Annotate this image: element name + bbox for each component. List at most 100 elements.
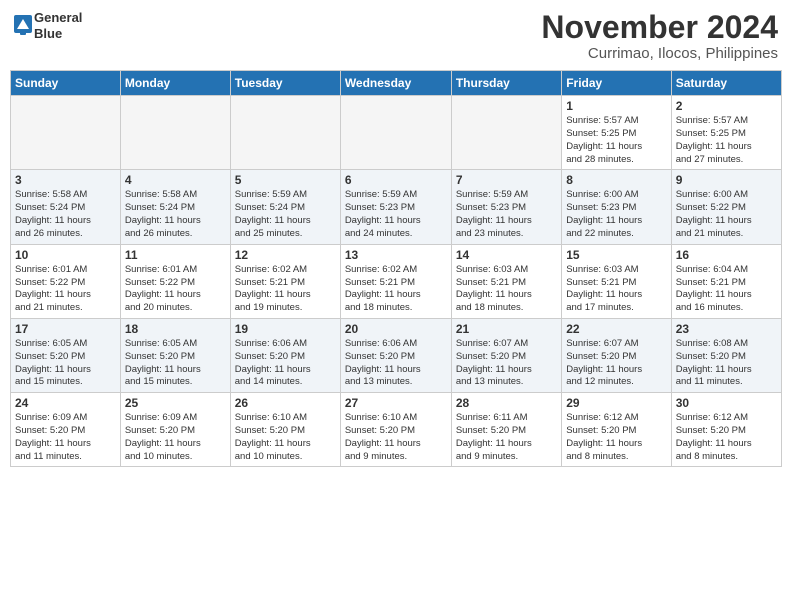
calendar-cell: [11, 96, 121, 170]
calendar-week-row: 3 Sunrise: 5:58 AM Sunset: 5:24 PM Daylig…: [11, 170, 782, 244]
weekday-header: Saturday: [671, 71, 781, 96]
day-info: Sunrise: 6:04 AM Sunset: 5:21 PM Dayligh…: [676, 264, 777, 315]
weekday-header: Monday: [120, 71, 230, 96]
calendar-cell: 24Sunrise: 6:09 AM Sunset: 5:20 PM Dayli…: [11, 393, 121, 467]
day-number: 17: [15, 322, 116, 336]
logo-line2: Blue: [34, 26, 82, 42]
calendar-header-row: SundayMondayTuesdayWednesdayThursdayFrid…: [11, 71, 782, 96]
day-info: Sunrise: 6:00 AM Sunset: 5:22 PM Dayligh…: [676, 189, 777, 240]
day-info: Sunrise: 6:12 AM Sunset: 5:20 PM Dayligh…: [566, 412, 666, 463]
calendar-cell: 19 Sunrise: 6:06 AM Sunset: 5:20 PM Dayli…: [230, 318, 340, 392]
weekday-header: Wednesday: [340, 71, 451, 96]
calendar-cell: 27 Sunrise: 6:10 AM Sunset: 5:20 PM Dayli…: [340, 393, 451, 467]
day-number: 24: [15, 396, 116, 410]
day-info: Sunrise: 5:57 AM Sunset: 5:25 PM Dayligh…: [566, 115, 666, 166]
day-number: 14: [456, 248, 557, 262]
calendar-cell: 22Sunrise: 6:07 AM Sunset: 5:20 PM Dayli…: [562, 318, 671, 392]
day-number: 15: [566, 248, 666, 262]
day-number: 23: [676, 322, 777, 336]
page-header: General Blue November 2024 Currimao, Ilo…: [10, 10, 782, 62]
weekday-header: Sunday: [11, 71, 121, 96]
day-info: Sunrise: 5:59 AM Sunset: 5:23 PM Dayligh…: [345, 189, 447, 240]
calendar-cell: 13 Sunrise: 6:02 AM Sunset: 5:21 PM Dayli…: [340, 244, 451, 318]
calendar-cell: [230, 96, 340, 170]
day-number: 28: [456, 396, 557, 410]
day-info: Sunrise: 6:03 AM Sunset: 5:21 PM Dayligh…: [566, 264, 666, 315]
calendar-cell: 12 Sunrise: 6:02 AM Sunset: 5:21 PM Dayli…: [230, 244, 340, 318]
calendar-cell: 28 Sunrise: 6:11 AM Sunset: 5:20 PM Dayli…: [451, 393, 561, 467]
calendar-cell: 1Sunrise: 5:57 AM Sunset: 5:25 PM Daylig…: [562, 96, 671, 170]
calendar-cell: [451, 96, 561, 170]
calendar-cell: 25 Sunrise: 6:09 AM Sunset: 5:20 PM Dayli…: [120, 393, 230, 467]
calendar-cell: 11 Sunrise: 6:01 AM Sunset: 5:22 PM Dayli…: [120, 244, 230, 318]
weekday-header: Tuesday: [230, 71, 340, 96]
day-number: 25: [125, 396, 226, 410]
day-number: 29: [566, 396, 666, 410]
day-info: Sunrise: 6:05 AM Sunset: 5:20 PM Dayligh…: [15, 338, 116, 389]
day-info: Sunrise: 6:05 AM Sunset: 5:20 PM Dayligh…: [125, 338, 226, 389]
calendar-cell: 26 Sunrise: 6:10 AM Sunset: 5:20 PM Dayli…: [230, 393, 340, 467]
calendar-week-row: 10 Sunrise: 6:01 AM Sunset: 5:22 PM Dayli…: [11, 244, 782, 318]
day-info: Sunrise: 6:03 AM Sunset: 5:21 PM Dayligh…: [456, 264, 557, 315]
day-number: 20: [345, 322, 447, 336]
day-number: 13: [345, 248, 447, 262]
day-number: 26: [235, 396, 336, 410]
day-number: 11: [125, 248, 226, 262]
calendar-cell: 15 Sunrise: 6:03 AM Sunset: 5:21 PM Dayli…: [562, 244, 671, 318]
day-info: Sunrise: 6:00 AM Sunset: 5:23 PM Dayligh…: [566, 189, 666, 240]
day-info: Sunrise: 6:08 AM Sunset: 5:20 PM Dayligh…: [676, 338, 777, 389]
calendar-cell: 23 Sunrise: 6:08 AM Sunset: 5:20 PM Dayli…: [671, 318, 781, 392]
day-info: Sunrise: 6:06 AM Sunset: 5:20 PM Dayligh…: [345, 338, 447, 389]
day-info: Sunrise: 6:09 AM Sunset: 5:20 PM Dayligh…: [125, 412, 226, 463]
calendar-cell: 14 Sunrise: 6:03 AM Sunset: 5:21 PM Dayli…: [451, 244, 561, 318]
day-number: 12: [235, 248, 336, 262]
day-number: 9: [676, 173, 777, 187]
day-number: 27: [345, 396, 447, 410]
day-number: 19: [235, 322, 336, 336]
day-info: Sunrise: 6:10 AM Sunset: 5:20 PM Dayligh…: [345, 412, 447, 463]
calendar-cell: 29 Sunrise: 6:12 AM Sunset: 5:20 PM Dayli…: [562, 393, 671, 467]
calendar-cell: 10Sunrise: 6:01 AM Sunset: 5:22 PM Dayli…: [11, 244, 121, 318]
location-title: Currimao, Ilocos, Philippines: [541, 45, 778, 62]
calendar-cell: 3 Sunrise: 5:58 AM Sunset: 5:24 PM Daylig…: [11, 170, 121, 244]
calendar-cell: 20 Sunrise: 6:06 AM Sunset: 5:20 PM Dayli…: [340, 318, 451, 392]
day-info: Sunrise: 5:58 AM Sunset: 5:24 PM Dayligh…: [125, 189, 226, 240]
calendar-week-row: 17 Sunrise: 6:05 AM Sunset: 5:20 PM Dayli…: [11, 318, 782, 392]
day-number: 6: [345, 173, 447, 187]
calendar-cell: [120, 96, 230, 170]
day-info: Sunrise: 6:07 AM Sunset: 5:20 PM Dayligh…: [456, 338, 557, 389]
day-number: 30: [676, 396, 777, 410]
day-info: Sunrise: 6:11 AM Sunset: 5:20 PM Dayligh…: [456, 412, 557, 463]
day-info: Sunrise: 6:06 AM Sunset: 5:20 PM Dayligh…: [235, 338, 336, 389]
day-info: Sunrise: 6:02 AM Sunset: 5:21 PM Dayligh…: [235, 264, 336, 315]
calendar-cell: 18 Sunrise: 6:05 AM Sunset: 5:20 PM Dayli…: [120, 318, 230, 392]
calendar-cell: 8 Sunrise: 6:00 AM Sunset: 5:23 PM Daylig…: [562, 170, 671, 244]
logo: General Blue: [14, 10, 82, 41]
day-info: Sunrise: 5:58 AM Sunset: 5:24 PM Dayligh…: [15, 189, 116, 240]
day-number: 18: [125, 322, 226, 336]
day-info: Sunrise: 6:10 AM Sunset: 5:20 PM Dayligh…: [235, 412, 336, 463]
calendar-week-row: 24 Sunrise: 6:09 AM Sunset: 5:20 PM Dayli…: [11, 393, 782, 467]
day-number: 5: [235, 173, 336, 187]
day-info: Sunrise: 6:01 AM Sunset: 5:22 PM Dayligh…: [125, 264, 226, 315]
calendar-table: SundayMondayTuesdayWednesdayThursdayFrid…: [10, 70, 782, 467]
weekday-header: Thursday: [451, 71, 561, 96]
calendar-cell: 4Sunrise: 5:58 AM Sunset: 5:24 PM Daylig…: [120, 170, 230, 244]
day-info: Sunrise: 5:59 AM Sunset: 5:23 PM Dayligh…: [456, 189, 557, 240]
day-info: Sunrise: 5:57 AM Sunset: 5:25 PM Dayligh…: [676, 115, 777, 166]
day-info: Sunrise: 6:02 AM Sunset: 5:21 PM Dayligh…: [345, 264, 447, 315]
calendar-cell: 6 Sunrise: 5:59 AM Sunset: 5:23 PM Daylig…: [340, 170, 451, 244]
day-number: 10: [15, 248, 116, 262]
day-info: Sunrise: 6:07 AM Sunset: 5:20 PM Dayligh…: [566, 338, 666, 389]
weekday-header: Friday: [562, 71, 671, 96]
logo-line1: General: [34, 10, 82, 26]
calendar-cell: 21 Sunrise: 6:07 AM Sunset: 5:20 PM Dayli…: [451, 318, 561, 392]
calendar-cell: 30Sunrise: 6:12 AM Sunset: 5:20 PM Dayli…: [671, 393, 781, 467]
day-number: 21: [456, 322, 557, 336]
day-number: 2: [676, 99, 777, 113]
day-number: 8: [566, 173, 666, 187]
day-info: Sunrise: 5:59 AM Sunset: 5:24 PM Dayligh…: [235, 189, 336, 240]
calendar-cell: 5 Sunrise: 5:59 AM Sunset: 5:24 PM Daylig…: [230, 170, 340, 244]
day-number: 3: [15, 173, 116, 187]
logo-icon: [14, 15, 32, 37]
